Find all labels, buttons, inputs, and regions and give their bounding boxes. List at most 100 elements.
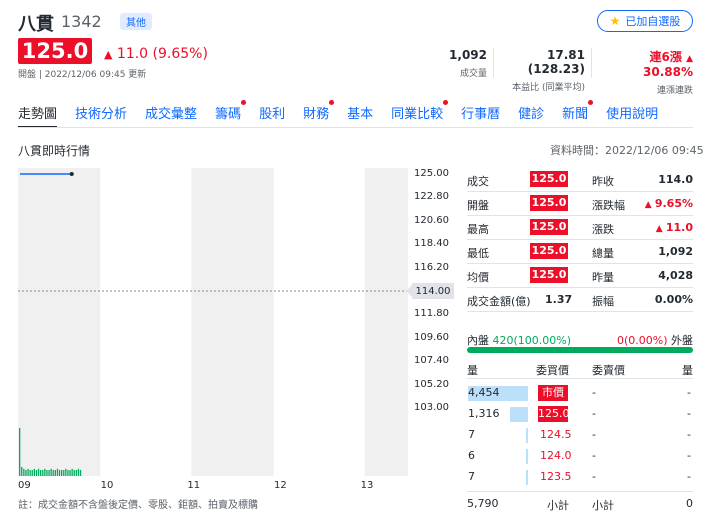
last-price-dot: [69, 172, 74, 176]
orderbook-row[interactable]: 1,316 125.0 - -: [467, 404, 693, 425]
category-tag[interactable]: 其他: [120, 13, 152, 30]
x-tick-label: 13: [360, 480, 374, 491]
bid-volume-bar: [526, 428, 528, 443]
volume-bar: [25, 470, 27, 476]
divider: [493, 48, 494, 78]
x-tick-label: 12: [274, 480, 287, 491]
tab-1[interactable]: 技術分析: [75, 103, 127, 122]
volume-bar: [21, 467, 23, 476]
quote-value: 1.37: [545, 293, 573, 306]
bid-volume: 4,454: [468, 386, 500, 399]
hour-column: [191, 168, 274, 476]
volume-bar: [29, 470, 31, 476]
volume-stat: 1,092 成交量: [445, 48, 487, 79]
price-change: ▲ 11.0 (9.65%): [104, 46, 208, 62]
y-tick-label: 116.20: [414, 261, 449, 273]
bid-volume: 1,316: [468, 407, 500, 420]
quote-row: 均價 125.0 昨量 4,028: [467, 264, 693, 288]
quote-value: 0.00%: [655, 293, 693, 306]
quote-value-text: 4,028: [658, 269, 693, 282]
streak-pct: 30.88%: [643, 65, 693, 79]
tab-2[interactable]: 成交彙整: [145, 103, 197, 122]
bid-volume: 6: [468, 449, 475, 462]
x-tick-label: 09: [18, 480, 31, 491]
ask-total-label: 小計: [592, 499, 614, 512]
volume-bar: [52, 470, 54, 476]
tab-label: 走勢圖: [18, 107, 58, 122]
volume-bar: [42, 470, 44, 476]
bid-price-badge: 125.0: [538, 406, 570, 422]
footnote: 註：成交金額不含盤後定價、零股、鉅額、拍賣及標購: [18, 500, 258, 511]
divider: [591, 48, 592, 78]
volume-bar: [50, 468, 52, 476]
volume-value: 1,092: [449, 48, 487, 62]
tab-9[interactable]: 健診: [518, 103, 544, 122]
notification-dot: [588, 100, 594, 105]
y-tick-label: 122.80: [414, 191, 449, 203]
ask-vol-header: 量: [682, 364, 693, 377]
tab-bar: 走勢圖 技術分析 成交彙整 籌碼 股利 財務 基本 同業比較 行事曆 健診 新聞 使用說明: [18, 100, 676, 128]
outer-group: 0(0.00%) 外盤: [617, 332, 693, 348]
bid-volume: 7: [468, 428, 475, 441]
orderbook-row[interactable]: 4,454 市價 - -: [467, 383, 693, 404]
orderbook-row[interactable]: 7 124.5 - -: [467, 425, 693, 446]
up-triangle-icon: ▲: [644, 200, 655, 210]
quote-value-text: 1,092: [658, 245, 693, 258]
tab-6[interactable]: 基本: [347, 103, 373, 122]
tab-7[interactable]: 同業比較: [391, 100, 449, 122]
inout-ratio-bar: [467, 347, 693, 353]
quote-label: 最高: [467, 223, 489, 236]
intraday-chart[interactable]: [18, 168, 408, 476]
tab-8[interactable]: 行事曆: [461, 103, 500, 122]
tab-5[interactable]: 財務: [303, 100, 335, 122]
volume-label: 成交量: [459, 69, 487, 79]
follow-button[interactable]: ★ 已加自選股: [597, 10, 693, 32]
inner-label: 內盤: [467, 334, 489, 347]
quote-value-text: 0.00%: [654, 293, 693, 306]
bid-price-badge: 市價: [538, 385, 568, 401]
streak-count: 連6漲: [649, 50, 682, 64]
quote-value: ▲ 9.65%: [645, 197, 693, 210]
tab-label: 財務: [303, 107, 330, 122]
y-tick-label: 118.40: [414, 238, 449, 250]
quote-label: 漲跌: [592, 223, 614, 236]
stock-name: 八貫: [18, 14, 54, 35]
pe-value: 17.81 (128.23): [527, 48, 585, 76]
tab-label: 行事曆: [461, 107, 501, 122]
tab-4[interactable]: 股利: [259, 103, 285, 122]
volume-bar: [71, 468, 73, 476]
quote-value-badge: 125.0: [530, 171, 568, 187]
volume-bar: [73, 470, 75, 476]
volume-bar: [27, 468, 29, 476]
quote-label: 總量: [592, 247, 614, 260]
tab-3[interactable]: 籌碼: [215, 100, 247, 122]
quote-value: 114.0: [658, 173, 693, 186]
ask-price: -: [592, 428, 596, 441]
section-title: 八貫即時行情: [18, 144, 91, 158]
bid-vol-header: 量: [467, 364, 478, 377]
bid-volume-bar: [510, 407, 528, 422]
quote-label: 成交金額(億): [467, 295, 531, 308]
notification-dot: [329, 100, 335, 105]
current-price: 125.0: [18, 38, 92, 64]
tab-label: 成交彙整: [145, 107, 198, 122]
quote-label: 漲跌幅: [592, 199, 625, 212]
tab-label: 新聞: [562, 107, 589, 122]
orderbook-row[interactable]: 7 123.5 - -: [467, 467, 693, 488]
bid-price: 123.5: [540, 470, 572, 483]
volume-bar: [75, 470, 77, 476]
volume-bar: [23, 468, 25, 476]
volume-bar: [48, 470, 50, 476]
streak-label: 連漲連跌: [656, 86, 693, 96]
hour-column: [18, 168, 101, 476]
notification-dot: [241, 100, 247, 105]
tab-11[interactable]: 使用說明: [606, 103, 658, 122]
streak-value: 連6漲 ▲ 30.88%: [597, 48, 693, 79]
tab-10[interactable]: 新聞: [562, 100, 594, 122]
tab-0[interactable]: 走勢圖: [18, 103, 58, 128]
ask-volume: -: [687, 428, 691, 441]
volume-bar: [54, 470, 56, 476]
orderbook-row[interactable]: 6 124.0 - -: [467, 446, 693, 467]
volume-bar: [33, 468, 35, 476]
outer-label: 外盤: [671, 334, 693, 347]
